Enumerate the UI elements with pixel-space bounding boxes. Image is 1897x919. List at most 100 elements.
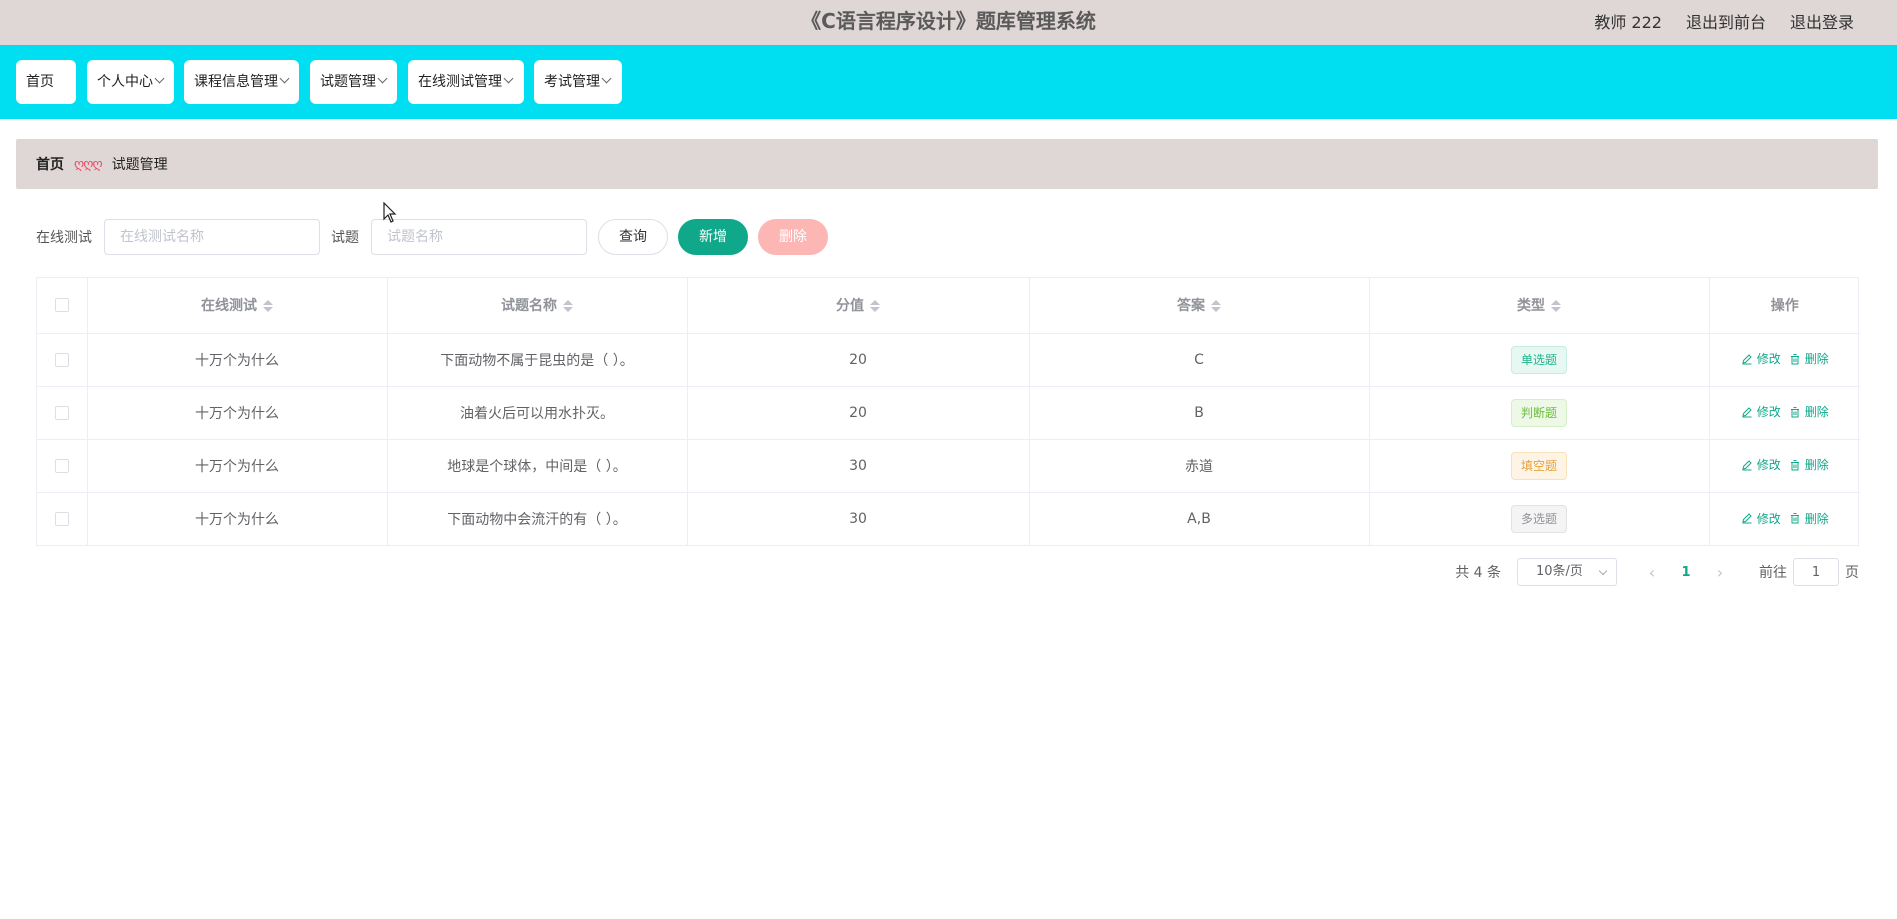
edit-icon	[1741, 353, 1753, 365]
edit-label: 修改	[1756, 405, 1781, 420]
page-size-value: 10条/页	[1536, 564, 1583, 579]
column-header-type[interactable]: 类型	[1369, 278, 1710, 334]
goto-page-input[interactable]	[1793, 558, 1839, 586]
sort-icon[interactable]	[1551, 300, 1561, 313]
filter-question-label: 试题	[331, 230, 359, 246]
edit-link[interactable]: 修改	[1741, 403, 1781, 420]
cell-score: 20	[687, 386, 1030, 440]
column-header-answer[interactable]: 答案	[1029, 278, 1370, 334]
delete-link[interactable]: 删除	[1789, 456, 1829, 473]
edit-link[interactable]: 修改	[1741, 456, 1781, 473]
nav-item-label: 考试管理	[544, 74, 600, 90]
row-checkbox[interactable]	[54, 511, 69, 526]
edit-link[interactable]: 修改	[1741, 510, 1781, 527]
user-menu: 教师 222 退出到前台 退出登录	[1594, 0, 1854, 42]
pagination: 共 4 条 10条/页 ‹ 1 › 前往 页	[1455, 557, 1859, 587]
edit-link[interactable]: 修改	[1741, 350, 1781, 367]
sort-icon[interactable]	[563, 300, 573, 313]
breadcrumb-current: 试题管理	[111, 157, 168, 173]
question-name-input[interactable]	[371, 219, 587, 255]
cell-score: 20	[687, 333, 1030, 387]
cell-ops: 修改 删除	[1709, 492, 1860, 545]
filter-test-label: 在线测试	[36, 230, 92, 246]
batch-delete-button[interactable]: 删除	[758, 219, 828, 255]
column-header-score[interactable]: 分值	[687, 278, 1030, 334]
logout-link[interactable]: 退出登录	[1790, 9, 1854, 33]
row-select-cell	[37, 492, 88, 545]
nav-item-label: 试题管理	[320, 74, 376, 90]
chevron-down-icon	[503, 73, 514, 84]
nav-item-exam-management[interactable]: 考试管理	[534, 60, 622, 104]
select-all-cell	[37, 278, 88, 334]
next-page-button[interactable]: ›	[1705, 558, 1735, 586]
cell-type: 填空题	[1369, 439, 1710, 493]
nav-item-question-management[interactable]: 试题管理	[310, 60, 397, 104]
row-checkbox[interactable]	[54, 458, 69, 473]
table-row: 十万个为什么 下面动物中会流汗的有（ ）。 30 A,B 多选题 修改 删除	[37, 492, 1860, 545]
cell-ops: 修改 删除	[1709, 439, 1860, 493]
cell-type: 单选题	[1369, 333, 1710, 387]
column-header-label: 试题名称	[501, 298, 557, 315]
add-button[interactable]: 新增	[678, 219, 748, 255]
page-size-select[interactable]: 10条/页	[1517, 558, 1617, 586]
user-name: 教师 222	[1594, 13, 1662, 32]
chevron-down-icon	[154, 73, 165, 84]
trash-icon	[1789, 406, 1801, 418]
column-header-label: 答案	[1177, 298, 1205, 315]
delete-link[interactable]: 删除	[1789, 403, 1829, 420]
cell-answer: A,B	[1029, 492, 1370, 545]
delete-link[interactable]: 删除	[1789, 510, 1829, 527]
cell-type: 多选题	[1369, 492, 1710, 545]
top-bar: 《C语言程序设计》题库管理系统 教师 222 退出到前台 退出登录	[0, 0, 1897, 45]
row-select-cell	[37, 333, 88, 387]
row-select-cell	[37, 386, 88, 440]
sort-icon[interactable]	[263, 300, 273, 313]
pagination-total: 共 4 条	[1455, 565, 1501, 581]
exit-to-front-link[interactable]: 退出到前台	[1686, 9, 1766, 33]
delete-link[interactable]: 删除	[1789, 350, 1829, 367]
type-tag: 填空题	[1510, 451, 1567, 480]
edit-label: 修改	[1756, 458, 1781, 473]
cell-ops: 修改 删除	[1709, 386, 1860, 440]
table-header-row: 在线测试 试题名称 分值 答案 类型 操作	[37, 278, 1860, 334]
table-row: 十万个为什么 地球是个球体，中间是（ ）。 30 赤道 填空题 修改 删除	[37, 439, 1860, 493]
column-header-label: 类型	[1517, 298, 1545, 315]
mouse-cursor-icon	[383, 202, 397, 223]
row-checkbox[interactable]	[54, 352, 69, 367]
cell-type: 判断题	[1369, 386, 1710, 440]
prev-page-button[interactable]: ‹	[1637, 558, 1667, 586]
type-tag: 判断题	[1510, 398, 1567, 427]
goto-prefix: 前往	[1759, 565, 1787, 581]
trash-icon	[1789, 353, 1801, 365]
cell-question: 油着火后可以用水扑灭。	[387, 386, 688, 440]
column-header-label: 分值	[836, 298, 864, 315]
nav-item-course-info[interactable]: 课程信息管理	[184, 60, 299, 104]
column-header-question[interactable]: 试题名称	[387, 278, 688, 334]
cell-question: 下面动物中会流汗的有（ ）。	[387, 492, 688, 545]
chevron-down-icon	[279, 73, 290, 84]
column-header-test[interactable]: 在线测试	[87, 278, 388, 334]
questions-table: 在线测试 试题名称 分值 答案 类型 操作 十万个为什么 下面动物不属于昆虫的是（…	[36, 277, 1860, 546]
page-number[interactable]: 1	[1667, 565, 1705, 580]
query-button[interactable]: 查询	[598, 219, 668, 255]
type-tag: 多选题	[1510, 504, 1567, 533]
delete-label: 删除	[1804, 352, 1829, 367]
trash-icon	[1789, 459, 1801, 471]
sort-icon[interactable]	[1211, 300, 1221, 313]
cell-question: 地球是个球体，中间是（ ）。	[387, 439, 688, 493]
cell-answer: B	[1029, 386, 1370, 440]
sort-icon[interactable]	[870, 300, 880, 313]
nav-item-label: 首页	[26, 74, 54, 90]
nav-item-home[interactable]: 首页	[16, 60, 76, 104]
nav-item-online-test[interactable]: 在线测试管理	[408, 60, 524, 104]
delete-label: 删除	[1804, 458, 1829, 473]
cell-ops: 修改 删除	[1709, 333, 1860, 387]
select-all-checkbox[interactable]	[54, 298, 69, 313]
row-checkbox[interactable]	[54, 405, 69, 420]
cell-answer: C	[1029, 333, 1370, 387]
nav-item-personal-center[interactable]: 个人中心	[87, 60, 174, 104]
table-row: 十万个为什么 油着火后可以用水扑灭。 20 B 判断题 修改 删除	[37, 386, 1860, 440]
breadcrumb-home[interactable]: 首页	[36, 154, 64, 174]
test-name-input[interactable]	[104, 219, 320, 255]
cell-test: 十万个为什么	[87, 386, 388, 440]
